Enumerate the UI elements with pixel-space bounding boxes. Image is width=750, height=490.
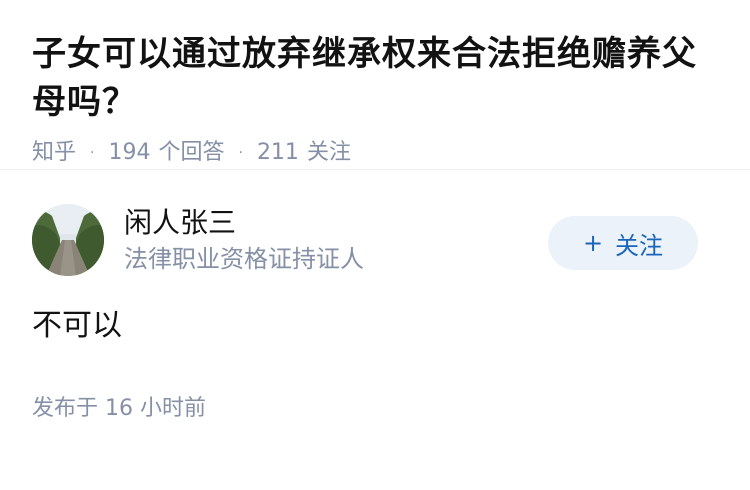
source-label[interactable]: 知乎 bbox=[32, 138, 76, 168]
answer-count-label: 个回答 bbox=[158, 140, 225, 165]
avatar[interactable] bbox=[32, 204, 104, 276]
answer-card: 闲人张三 法律职业资格证持证人 + 关注 不可以 发布于 16 小时前 bbox=[0, 170, 750, 424]
avatar-image bbox=[32, 204, 104, 276]
question-meta: 知乎 · 194 个回答 · 211 关注 bbox=[32, 138, 718, 168]
author-name[interactable]: 闲人张三 bbox=[124, 205, 364, 241]
follower-count-label: 关注 bbox=[306, 140, 351, 165]
separator-dot: · bbox=[238, 145, 243, 161]
follow-button-label: 关注 bbox=[615, 231, 664, 260]
separator-dot: · bbox=[90, 145, 95, 161]
answer-published-time: 发布于 16 小时前 bbox=[32, 394, 718, 424]
question-title[interactable]: 子女可以通过放弃继承权来合法拒绝赡养父母吗？ bbox=[32, 30, 718, 126]
published-prefix: 发布于 bbox=[32, 396, 99, 421]
answer-content[interactable]: 不可以 bbox=[32, 306, 718, 346]
follow-button[interactable]: + 关注 bbox=[548, 216, 698, 270]
published-time: 16 小时前 bbox=[105, 396, 207, 421]
answer-count: 194 bbox=[108, 140, 151, 165]
follower-count: 211 bbox=[256, 140, 299, 165]
plus-icon: + bbox=[582, 229, 604, 257]
author-badge: 法律职业资格证持证人 bbox=[124, 245, 364, 273]
question-header: 子女可以通过放弃继承权来合法拒绝赡养父母吗？ 知乎 · 194 个回答 · 21… bbox=[0, 0, 750, 170]
author-info: 闲人张三 法律职业资格证持证人 bbox=[124, 205, 364, 275]
